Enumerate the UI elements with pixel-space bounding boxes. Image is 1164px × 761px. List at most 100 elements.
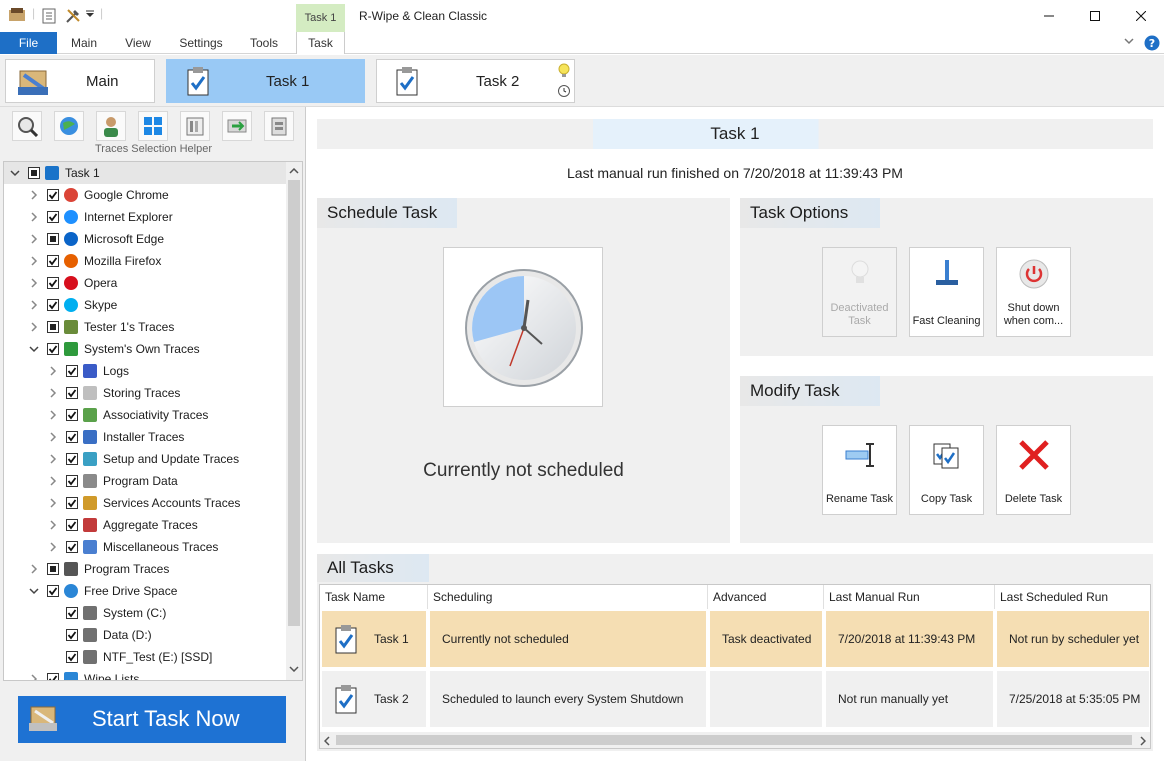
delete-task-button[interactable]: Delete Task — [996, 425, 1071, 515]
tree-item[interactable]: Logs — [4, 360, 287, 382]
magnifier-helper-button[interactable] — [12, 111, 42, 141]
tab-settings[interactable]: Settings — [170, 32, 232, 54]
schedule-clock-button[interactable] — [443, 247, 603, 407]
scroll-up-icon[interactable] — [289, 168, 299, 174]
col-advanced[interactable]: Advanced — [708, 585, 824, 609]
tree-checkbox[interactable] — [47, 563, 59, 575]
deactivated-task-button[interactable]: Deactivated Task — [822, 247, 897, 337]
tree-item[interactable]: Internet Explorer — [4, 206, 287, 228]
collapse-ribbon-icon[interactable] — [1124, 37, 1134, 45]
expand-chevron-icon[interactable] — [29, 322, 39, 332]
tree-checkbox[interactable] — [47, 211, 59, 223]
table-row[interactable]: Task 2 Scheduled to launch every System … — [320, 670, 1150, 728]
tree-checkbox[interactable] — [47, 585, 59, 597]
expand-chevron-icon[interactable] — [29, 300, 39, 310]
col-scheduling[interactable]: Scheduling — [428, 585, 708, 609]
tree-item[interactable]: Storing Traces — [4, 382, 287, 404]
collapse-chevron-icon[interactable] — [29, 344, 39, 354]
tree-item[interactable]: Installer Traces — [4, 426, 287, 448]
collapse-chevron-icon[interactable] — [10, 168, 20, 178]
registry-helper-button[interactable] — [264, 111, 294, 141]
minimize-button[interactable] — [1026, 0, 1072, 32]
scroll-thumb[interactable] — [288, 180, 300, 626]
tree-item[interactable]: Aggregate Traces — [4, 514, 287, 536]
tree-item[interactable]: Free Drive Space — [4, 580, 287, 602]
sync-helper-button[interactable] — [222, 111, 252, 141]
tree-checkbox[interactable] — [66, 453, 78, 465]
windows-helper-button[interactable] — [138, 111, 168, 141]
tree-item[interactable]: Google Chrome — [4, 184, 287, 206]
help-icon[interactable]: ? — [1144, 35, 1160, 51]
rename-task-button[interactable]: Rename Task — [822, 425, 897, 515]
tree-checkbox[interactable] — [66, 607, 78, 619]
tree-checkbox[interactable] — [66, 497, 78, 509]
tree-item[interactable]: Data (D:) — [4, 624, 287, 646]
tree-item[interactable]: Services Accounts Traces — [4, 492, 287, 514]
tree-checkbox[interactable] — [66, 519, 78, 531]
tree-checkbox[interactable] — [28, 167, 40, 179]
tab-view[interactable]: View — [114, 32, 162, 54]
qat-tools-icon[interactable] — [64, 7, 82, 25]
expand-chevron-icon[interactable] — [48, 410, 58, 420]
close-button[interactable] — [1118, 0, 1164, 32]
big-tab-task-1[interactable]: Task 1 — [166, 59, 365, 103]
expand-chevron-icon[interactable] — [29, 278, 39, 288]
internet-helper-button[interactable] — [54, 111, 84, 141]
tree-checkbox[interactable] — [47, 299, 59, 311]
expand-chevron-icon[interactable] — [29, 674, 39, 680]
tree-item[interactable]: Opera — [4, 272, 287, 294]
tree-checkbox[interactable] — [47, 277, 59, 289]
tab-tools[interactable]: Tools — [240, 32, 288, 54]
tree-item[interactable]: Microsoft Edge — [4, 228, 287, 250]
tree-checkbox[interactable] — [47, 343, 59, 355]
tree-item[interactable]: Task 1 — [4, 162, 287, 184]
tree-checkbox[interactable] — [66, 409, 78, 421]
programs-helper-button[interactable] — [180, 111, 210, 141]
tab-file[interactable]: File — [0, 32, 57, 54]
col-task-name[interactable]: Task Name — [320, 585, 428, 609]
expand-chevron-icon[interactable] — [48, 432, 58, 442]
tree-scrollbar[interactable] — [286, 162, 302, 680]
tree-checkbox[interactable] — [66, 431, 78, 443]
tree-checkbox[interactable] — [47, 233, 59, 245]
table-row[interactable]: Task 1 Currently not scheduled Task deac… — [320, 610, 1150, 668]
hscroll-thumb[interactable] — [336, 735, 1132, 745]
tree-item[interactable]: Tester 1's Traces — [4, 316, 287, 338]
tree-checkbox[interactable] — [66, 387, 78, 399]
tree-item[interactable]: Skype — [4, 294, 287, 316]
qat-properties-icon[interactable] — [42, 8, 56, 24]
scroll-right-icon[interactable] — [1140, 736, 1146, 746]
copy-task-button[interactable]: Copy Task — [909, 425, 984, 515]
shutdown-when-complete-button[interactable]: Shut down when com... — [996, 247, 1071, 337]
tree-checkbox[interactable] — [66, 629, 78, 641]
tree-checkbox[interactable] — [47, 321, 59, 333]
tree-item[interactable]: Program Traces — [4, 558, 287, 580]
tree-item[interactable]: Mozilla Firefox — [4, 250, 287, 272]
tab-task[interactable]: Task — [296, 32, 345, 54]
scroll-down-icon[interactable] — [289, 666, 299, 672]
expand-chevron-icon[interactable] — [29, 190, 39, 200]
expand-chevron-icon[interactable] — [48, 388, 58, 398]
tree-item[interactable]: System's Own Traces — [4, 338, 287, 360]
col-last-manual-run[interactable]: Last Manual Run — [824, 585, 995, 609]
tree-item[interactable]: Program Data — [4, 470, 287, 492]
big-tab-task-2[interactable]: Task 2 — [376, 59, 575, 103]
expand-chevron-icon[interactable] — [48, 520, 58, 530]
expand-chevron-icon[interactable] — [29, 256, 39, 266]
tree-checkbox[interactable] — [47, 673, 59, 680]
scroll-left-icon[interactable] — [324, 736, 330, 746]
expand-chevron-icon[interactable] — [48, 498, 58, 508]
qat-dropdown-icon[interactable] — [86, 10, 94, 18]
tree-checkbox[interactable] — [66, 651, 78, 663]
fast-cleaning-button[interactable]: Fast Cleaning — [909, 247, 984, 337]
tree-checkbox[interactable] — [66, 541, 78, 553]
tree-checkbox[interactable] — [47, 189, 59, 201]
user-helper-button[interactable] — [96, 111, 126, 141]
big-tab-main[interactable]: Main — [5, 59, 155, 103]
maximize-button[interactable] — [1072, 0, 1118, 32]
expand-chevron-icon[interactable] — [29, 234, 39, 244]
tree-item[interactable]: Miscellaneous Traces — [4, 536, 287, 558]
expand-chevron-icon[interactable] — [29, 212, 39, 222]
collapse-chevron-icon[interactable] — [29, 586, 39, 596]
expand-chevron-icon[interactable] — [48, 366, 58, 376]
